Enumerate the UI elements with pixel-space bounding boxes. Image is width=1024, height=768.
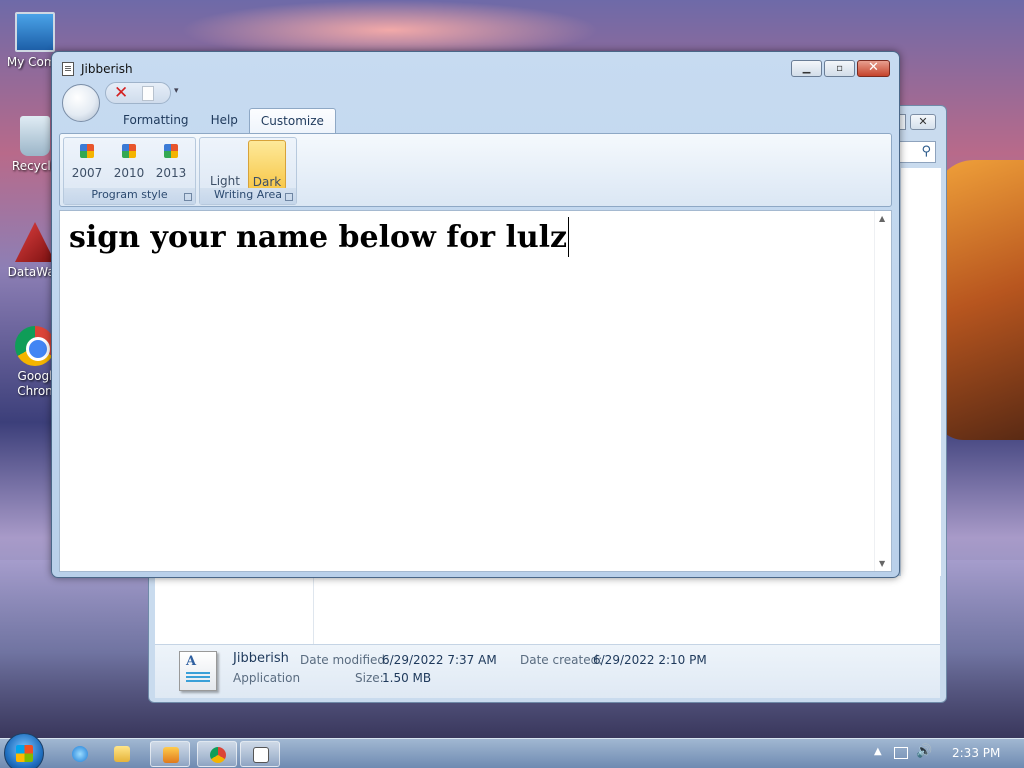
size-label: Size: [355,671,384,685]
text-editor[interactable]: sign your name below for lulz ▲ ▼ [59,210,892,572]
style-2010-label: 2010 [113,166,145,180]
jibberish-window[interactable]: Jibberish ▁ ▫ ✕ ✕ ▾ Formatting Help Cust… [51,51,900,578]
ribbon-panel: 2007 2010 2013 Program style Light Dark … [59,133,892,207]
date-created-value: 6/29/2022 2:10 PM [593,653,707,667]
scroll-down-icon[interactable]: ▼ [879,559,885,568]
taskbar-explorer[interactable] [102,741,142,767]
office-logo-icon [164,144,178,158]
group-label: Program style [64,188,195,204]
scroll-up-icon[interactable]: ▲ [879,214,885,223]
dark-mode-button[interactable]: Dark [248,140,286,190]
light-mode-label: Light [210,174,240,188]
computer-icon [15,12,55,52]
app-icon [62,62,74,76]
desktop-icon-label: Googl Chron [17,369,53,398]
network-icon[interactable] [894,747,908,759]
pane-divider[interactable] [313,576,314,644]
quick-access-toolbar: ✕ [105,82,171,104]
system-tray: ▲ 🔊 2:33 PM [864,739,1024,768]
clock[interactable]: 2:33 PM [952,746,1000,760]
light-mode-button[interactable]: Light [206,140,244,190]
vertical-scrollbar[interactable]: ▲ ▼ [874,211,891,571]
volume-icon[interactable]: 🔊 [916,744,932,759]
minimize-icon: ▁ [802,63,811,74]
close-icon: ✕ [868,60,879,75]
style-2013-label: 2013 [155,166,187,180]
file-list-pane[interactable] [901,168,941,576]
editor-content: sign your name below for lulz [69,220,568,255]
program-style-group: 2007 2010 2013 Program style [63,137,196,205]
quick-access-dropdown-icon[interactable]: ▾ [174,86,179,96]
maximize-button[interactable]: ▫ [824,60,855,77]
text-caret [568,217,570,257]
close-button[interactable]: ✕ [857,60,890,77]
chrome-icon [210,747,226,763]
date-modified-value: 6/29/2022 7:37 AM [382,653,497,667]
taskbar-chrome[interactable] [197,741,237,767]
group-label: Writing Area [200,188,296,204]
jibberish-icon [253,747,269,763]
taskbar-media-player[interactable] [150,741,190,767]
maximize-icon: ▫ [836,63,843,74]
date-modified-label: Date modified: [300,653,390,667]
datawag-icon [15,222,55,262]
file-list-pane[interactable] [155,576,940,644]
file-type: Application [233,671,301,685]
recycle-bin-icon [20,116,50,156]
writing-area-group: Light Dark Writing Area [199,137,297,205]
start-button[interactable] [4,733,44,768]
close-icon: ✕ [918,115,928,128]
dark-mode-label: Dark [252,175,282,189]
details-pane: Jibberish Application Date modified: 6/2… [155,644,940,698]
office-logo-icon [122,144,136,158]
show-hidden-icons-icon[interactable]: ▲ [874,746,882,757]
delete-icon[interactable]: ✕ [114,83,128,103]
taskbar-ie[interactable] [60,741,100,767]
search-icon[interactable]: ⚲ [921,144,931,159]
date-created-label: Date created: [520,653,603,667]
style-2013-button[interactable]: 2013 [152,142,190,184]
internet-explorer-icon [72,746,88,762]
new-document-icon[interactable] [142,86,154,101]
tab-customize[interactable]: Customize [248,108,336,134]
media-player-icon [163,747,179,763]
taskbar-jibberish[interactable] [240,741,280,767]
style-2010-button[interactable]: 2010 [110,142,148,184]
folder-icon [114,746,130,762]
file-name: Jibberish [233,651,289,666]
dialog-launcher-icon[interactable] [184,193,192,201]
taskbar: ▲ 🔊 2:33 PM [0,733,1024,768]
dialog-launcher-icon[interactable] [285,193,293,201]
style-2007-button[interactable]: 2007 [68,142,106,184]
window-title: Jibberish [81,62,133,76]
size-value: 1.50 MB [382,671,432,685]
chrome-icon [15,326,55,366]
style-2007-label: 2007 [71,166,103,180]
editor-text[interactable]: sign your name below for lulz [69,217,570,257]
application-file-icon [179,651,217,691]
minimize-button[interactable]: ▁ [791,60,822,77]
application-menu-button[interactable] [62,84,100,122]
close-button[interactable]: ✕ [910,114,936,130]
ribbon-tabs: Formatting Help Customize [112,108,336,134]
search-input[interactable]: ⚲ [896,141,936,163]
tab-help[interactable]: Help [200,108,249,132]
caption-buttons: ▁ ▫ ✕ [789,60,890,77]
tab-formatting[interactable]: Formatting [112,108,200,132]
office-logo-icon [80,144,94,158]
